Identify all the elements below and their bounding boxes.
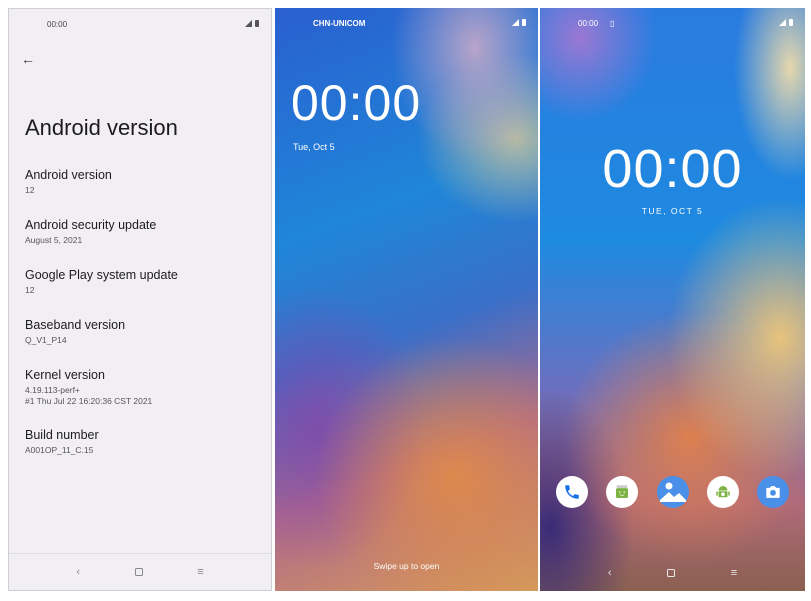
status-icons bbox=[779, 19, 793, 26]
list-item[interactable]: Build number A001OP_11_C.15 bbox=[25, 428, 99, 456]
android-app-icon[interactable] bbox=[706, 476, 739, 508]
battery-icon bbox=[789, 19, 793, 26]
home-screen: 00:00 ▯ 00:00 TUE, OCT 5 ‹ ≡ bbox=[540, 8, 805, 591]
lock-screen: CHN-UNICOM 00:00 Tue, Oct 5 Swipe up to … bbox=[275, 8, 538, 591]
battery-icon bbox=[522, 19, 526, 26]
gallery-icon[interactable] bbox=[656, 476, 689, 508]
dock bbox=[556, 476, 789, 508]
item-value: August 5, 2021 bbox=[25, 235, 83, 245]
status-icons bbox=[512, 19, 526, 26]
battery-icon bbox=[255, 20, 259, 27]
lock-date: Tue, Oct 5 bbox=[293, 142, 335, 152]
item-value: 12 bbox=[25, 185, 35, 195]
swipe-hint[interactable]: Swipe up to open bbox=[275, 561, 538, 571]
nav-home-button[interactable] bbox=[134, 568, 143, 576]
camera-icon[interactable] bbox=[757, 476, 789, 508]
item-value: A001OP_11_C.15 bbox=[25, 445, 94, 455]
home-date: TUE, OCT 5 bbox=[641, 206, 704, 216]
item-value: 4.19.113-perf+ #1 Thu Jul 22 16:20:36 CS… bbox=[25, 385, 153, 406]
list-item[interactable]: Kernel version 4.19.113-perf+ #1 Thu Jul … bbox=[25, 368, 152, 407]
signal-icon bbox=[512, 19, 519, 26]
item-value: 12 bbox=[25, 285, 35, 295]
signal-icon bbox=[779, 19, 786, 26]
page-title: Android version bbox=[25, 115, 178, 140]
nav-bar: ‹ ≡ bbox=[540, 555, 805, 591]
list-item[interactable]: Baseband version Q_V1_P14 bbox=[25, 318, 125, 346]
status-time: 00:00 bbox=[47, 20, 68, 29]
nav-back-button[interactable]: ‹ bbox=[608, 567, 612, 579]
phone-icon[interactable] bbox=[556, 476, 588, 508]
item-value: Q_V1_P14 bbox=[25, 335, 67, 345]
list-item[interactable]: Google Play system update 12 bbox=[25, 268, 178, 296]
carrier-name: CHN-UNICOM bbox=[313, 19, 366, 28]
item-label: Android version bbox=[25, 168, 112, 182]
nav-recents-button[interactable]: ≡ bbox=[731, 567, 737, 579]
nav-recents-button[interactable]: ≡ bbox=[197, 566, 203, 578]
status-time: 00:00 bbox=[578, 19, 599, 28]
item-label: Kernel version bbox=[25, 368, 105, 382]
item-label: Android security update bbox=[25, 218, 157, 232]
lock-clock: 00:00 bbox=[291, 75, 422, 131]
nav-home-button[interactable] bbox=[667, 569, 676, 577]
back-arrow-icon[interactable]: ← bbox=[21, 51, 35, 67]
status-icons bbox=[245, 20, 259, 27]
sim-icon: ▯ bbox=[610, 19, 615, 28]
item-label: Build number bbox=[25, 428, 99, 442]
settings-screen: 00:00 ← Android version Android version 1… bbox=[8, 8, 272, 591]
list-item[interactable]: Android security update August 5, 2021 bbox=[25, 218, 156, 246]
item-label: Google Play system update bbox=[25, 268, 178, 282]
signal-icon bbox=[245, 20, 252, 27]
messaging-icon[interactable] bbox=[606, 476, 639, 508]
home-clock: 00:00 bbox=[602, 139, 743, 199]
item-label: Baseband version bbox=[25, 318, 126, 332]
nav-bar: ‹ ≡ bbox=[9, 553, 271, 590]
list-item[interactable]: Android version 12 bbox=[25, 168, 112, 196]
nav-back-button[interactable]: ‹ bbox=[76, 566, 80, 578]
